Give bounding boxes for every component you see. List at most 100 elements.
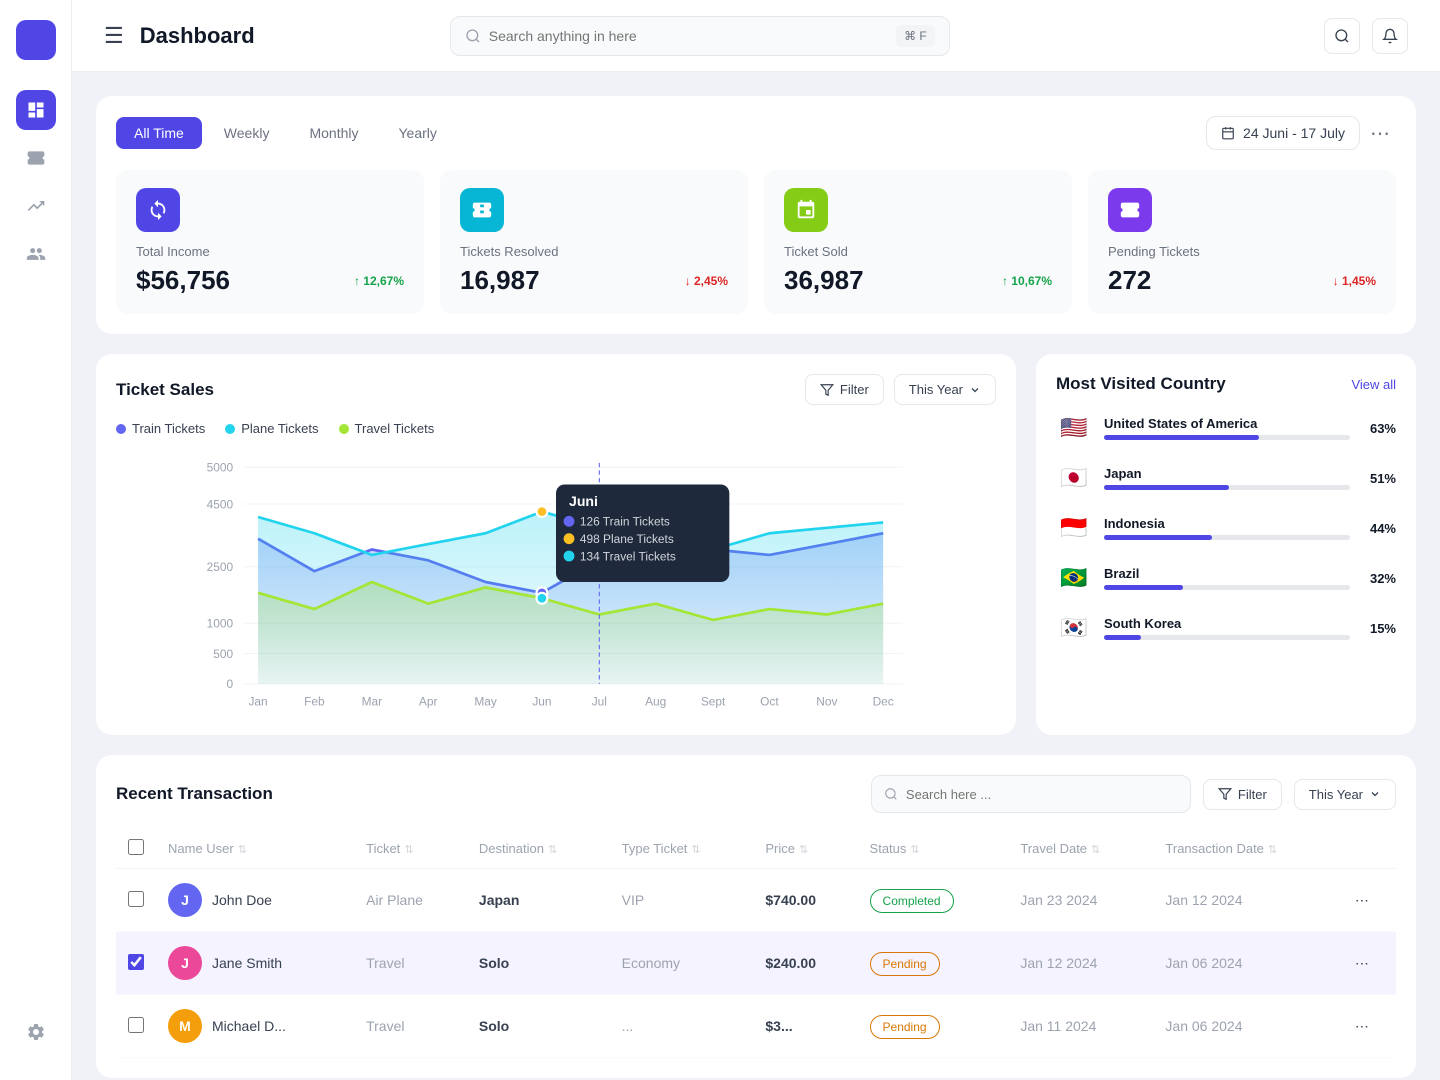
- chart-filter-button[interactable]: Filter: [805, 374, 884, 405]
- country-flag: 🇧🇷: [1056, 560, 1092, 596]
- row-checkbox[interactable]: [128, 1017, 144, 1033]
- status-badge: Pending: [870, 1015, 940, 1039]
- tickets-resolved-change: ↓ 2,45%: [685, 274, 728, 288]
- tab-yearly[interactable]: Yearly: [380, 117, 454, 149]
- search-bar[interactable]: ⌘ F: [450, 16, 950, 56]
- row-checkbox[interactable]: [128, 954, 144, 970]
- svg-text:Dec: Dec: [873, 695, 894, 709]
- col-name: Name User⇅: [156, 829, 354, 869]
- country-percentage: 15%: [1370, 621, 1396, 636]
- row-ticket: Air Plane: [354, 869, 467, 932]
- country-name: United States of America: [1104, 416, 1350, 431]
- stat-tickets-resolved: Tickets Resolved 16,987 ↓ 2,45%: [440, 170, 748, 314]
- user-avatar: J: [168, 883, 202, 917]
- country-bar-fill: [1104, 635, 1141, 640]
- ticket-sold-icon: [784, 188, 828, 232]
- transactions-header: Recent Transaction Filter This Year: [116, 775, 1396, 813]
- row-status: Pending: [858, 995, 1009, 1058]
- notification-button[interactable]: [1372, 18, 1408, 54]
- country-info: South Korea: [1104, 616, 1350, 640]
- row-type: Economy: [610, 932, 754, 995]
- tab-monthly[interactable]: Monthly: [291, 117, 376, 149]
- row-actions[interactable]: ⋯: [1343, 995, 1396, 1058]
- search-input[interactable]: [489, 28, 888, 44]
- total-income-change: ↑ 12,67%: [354, 274, 404, 288]
- tickets-resolved-icon: [460, 188, 504, 232]
- country-flag: 🇰🇷: [1056, 610, 1092, 646]
- table-row: J John Doe Air Plane Japan VIP $740.00 C…: [116, 869, 1396, 932]
- table-body: J John Doe Air Plane Japan VIP $740.00 C…: [116, 869, 1396, 1058]
- user-name: Jane Smith: [212, 955, 282, 971]
- row-ticket: Travel: [354, 932, 467, 995]
- row-price: $3...: [753, 995, 857, 1058]
- country-info: Japan: [1104, 466, 1350, 490]
- sidebar-item-dashboard[interactable]: [16, 90, 56, 130]
- sidebar-item-users[interactable]: [16, 234, 56, 274]
- country-item: 🇺🇸 United States of America 63%: [1056, 410, 1396, 446]
- search-button[interactable]: [1324, 18, 1360, 54]
- tab-weekly[interactable]: Weekly: [206, 117, 288, 149]
- country-bar-fill: [1104, 535, 1212, 540]
- row-select[interactable]: [116, 932, 156, 995]
- svg-text:Aug: Aug: [645, 695, 666, 709]
- transactions-search[interactable]: [871, 775, 1191, 813]
- chart-controls: Filter This Year: [805, 374, 996, 405]
- country-list: 🇺🇸 United States of America 63% 🇯🇵 Japan…: [1056, 410, 1396, 646]
- svg-text:500: 500: [213, 647, 233, 661]
- svg-text:Jan: Jan: [248, 695, 267, 709]
- country-title: Most Visited Country: [1056, 374, 1226, 394]
- date-range-picker[interactable]: 24 Juni - 17 July: [1206, 116, 1360, 150]
- row-select[interactable]: [116, 869, 156, 932]
- country-item: 🇮🇩 Indonesia 44%: [1056, 510, 1396, 546]
- select-all-checkbox[interactable]: [128, 839, 144, 855]
- country-name: Brazil: [1104, 566, 1350, 581]
- country-name: South Korea: [1104, 616, 1350, 631]
- status-badge: Pending: [870, 952, 940, 976]
- country-bar-bg: [1104, 435, 1350, 440]
- row-checkbox[interactable]: [128, 891, 144, 907]
- row-status: Completed: [858, 869, 1009, 932]
- svg-text:Feb: Feb: [304, 695, 325, 709]
- sidebar: [0, 0, 72, 1080]
- user-name: John Doe: [212, 892, 272, 908]
- sidebar-item-settings[interactable]: [16, 1012, 56, 1052]
- ticket-sold-change: ↑ 10,67%: [1002, 274, 1052, 288]
- trans-filter-icon: [1218, 787, 1232, 801]
- content-area: All Time Weekly Monthly Yearly 24 Juni -…: [72, 72, 1440, 1080]
- svg-text:Juni: Juni: [569, 493, 598, 509]
- country-flag: 🇺🇸: [1056, 410, 1092, 446]
- total-income-value: $56,756: [136, 265, 230, 296]
- menu-icon[interactable]: ☰: [104, 23, 124, 49]
- transactions-search-input[interactable]: [906, 787, 1178, 802]
- country-percentage: 32%: [1370, 571, 1396, 586]
- sidebar-item-tickets[interactable]: [16, 138, 56, 178]
- sidebar-logo: [16, 20, 56, 60]
- row-status: Pending: [858, 932, 1009, 995]
- more-options-button[interactable]: ⋯: [1364, 117, 1396, 149]
- table-row: J Jane Smith Travel Solo Economy $240.00…: [116, 932, 1396, 995]
- ticket-sold-value: 36,987: [784, 265, 864, 296]
- chart-year-button[interactable]: This Year: [894, 374, 996, 405]
- row-select[interactable]: [116, 995, 156, 1058]
- tab-all-time[interactable]: All Time: [116, 117, 202, 149]
- transactions-filter-button[interactable]: Filter: [1203, 779, 1282, 810]
- country-header: Most Visited Country View all: [1056, 374, 1396, 394]
- country-item: 🇰🇷 South Korea 15%: [1056, 610, 1396, 646]
- chart-legend: Train Tickets Plane Tickets Travel Ticke…: [116, 421, 996, 436]
- status-badge: Completed: [870, 889, 954, 913]
- svg-text:Mar: Mar: [362, 695, 383, 709]
- view-all-button[interactable]: View all: [1351, 377, 1396, 392]
- country-bar-bg: [1104, 485, 1350, 490]
- svg-text:126 Train Tickets: 126 Train Tickets: [580, 515, 670, 529]
- row-actions[interactable]: ⋯: [1343, 869, 1396, 932]
- row-ticket: Travel: [354, 995, 467, 1058]
- col-type: Type Ticket⇅: [610, 829, 754, 869]
- row-travel-date: Jan 23 2024: [1008, 869, 1153, 932]
- sidebar-item-analytics[interactable]: [16, 186, 56, 226]
- transactions-year-button[interactable]: This Year: [1294, 779, 1396, 810]
- svg-text:1000: 1000: [207, 617, 234, 631]
- row-actions[interactable]: ⋯: [1343, 932, 1396, 995]
- main-content: ☰ Dashboard ⌘ F: [72, 0, 1440, 1080]
- country-percentage: 63%: [1370, 421, 1396, 436]
- transactions-panel: Recent Transaction Filter This Year: [96, 755, 1416, 1078]
